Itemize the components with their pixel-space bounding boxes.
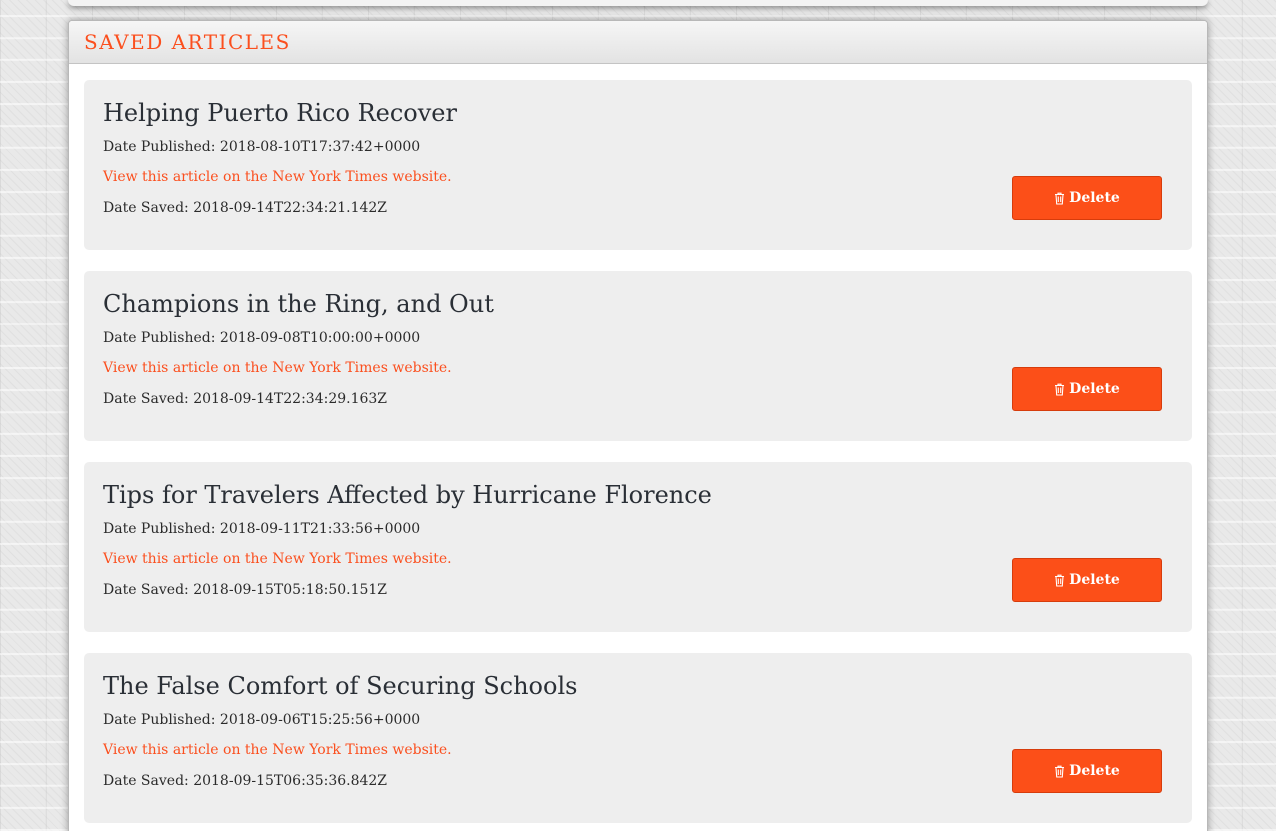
delete-button[interactable]: Delete	[1012, 749, 1162, 793]
delete-button[interactable]: Delete	[1012, 176, 1162, 220]
trash-icon	[1054, 192, 1065, 205]
article-title: The False Comfort of Securing Schools	[103, 672, 578, 700]
date-saved-value: 2018-09-15T06:35:36.842Z	[193, 773, 388, 789]
date-saved-value: 2018-09-15T05:18:50.151Z	[193, 582, 388, 598]
date-published-label: Date Published:	[103, 139, 216, 155]
trash-icon	[1054, 574, 1065, 587]
article-title: Tips for Travelers Affected by Hurricane…	[103, 481, 712, 509]
date-published-label: Date Published:	[103, 712, 216, 728]
date-saved-label: Date Saved:	[103, 582, 189, 598]
date-published-value: 2018-08-10T17:37:42+0000	[219, 139, 421, 155]
date-saved-value: 2018-09-14T22:34:21.142Z	[193, 200, 388, 216]
trash-icon	[1054, 383, 1065, 396]
article-title: Helping Puerto Rico Recover	[103, 99, 457, 127]
article-list: Helping Puerto Rico Recover Date Publish…	[69, 64, 1207, 823]
panel-heading: SAVED ARTICLES	[69, 21, 1207, 64]
delete-button-label: Delete	[1069, 381, 1120, 397]
article-card: Champions in the Ring, and Out Date Publ…	[84, 271, 1192, 441]
delete-button-label: Delete	[1069, 763, 1120, 779]
article-card: The False Comfort of Securing Schools Da…	[84, 653, 1192, 823]
delete-button[interactable]: Delete	[1012, 558, 1162, 602]
delete-button-label: Delete	[1069, 572, 1120, 588]
date-published: Date Published: 2018-09-06T15:25:56+0000	[103, 711, 1173, 729]
nyt-article-link[interactable]: View this article on the New York Times …	[103, 168, 452, 186]
nyt-article-link[interactable]: View this article on the New York Times …	[103, 741, 452, 759]
article-card: Helping Puerto Rico Recover Date Publish…	[84, 80, 1192, 250]
date-published: Date Published: 2018-09-11T21:33:56+0000	[103, 520, 1173, 538]
date-published: Date Published: 2018-08-10T17:37:42+0000	[103, 138, 1173, 156]
top-edge-shadow	[68, 0, 1208, 6]
date-saved-value: 2018-09-14T22:34:29.163Z	[193, 391, 388, 407]
date-published-label: Date Published:	[103, 330, 216, 346]
article-card: Tips for Travelers Affected by Hurricane…	[84, 462, 1192, 632]
date-saved-label: Date Saved:	[103, 773, 189, 789]
page-title: SAVED ARTICLES	[84, 30, 291, 54]
date-published: Date Published: 2018-09-08T10:00:00+0000	[103, 329, 1173, 347]
article-title: Champions in the Ring, and Out	[103, 290, 494, 318]
nyt-article-link[interactable]: View this article on the New York Times …	[103, 359, 452, 377]
date-saved-label: Date Saved:	[103, 200, 189, 216]
date-published-value: 2018-09-06T15:25:56+0000	[219, 712, 421, 728]
delete-button[interactable]: Delete	[1012, 367, 1162, 411]
date-published-value: 2018-09-08T10:00:00+0000	[219, 330, 421, 346]
date-published-value: 2018-09-11T21:33:56+0000	[219, 521, 421, 537]
nyt-article-link[interactable]: View this article on the New York Times …	[103, 550, 452, 568]
date-saved-label: Date Saved:	[103, 391, 189, 407]
trash-icon	[1054, 765, 1065, 778]
delete-button-label: Delete	[1069, 190, 1120, 206]
date-published-label: Date Published:	[103, 521, 216, 537]
saved-articles-panel: SAVED ARTICLES Helping Puerto Rico Recov…	[68, 20, 1208, 831]
